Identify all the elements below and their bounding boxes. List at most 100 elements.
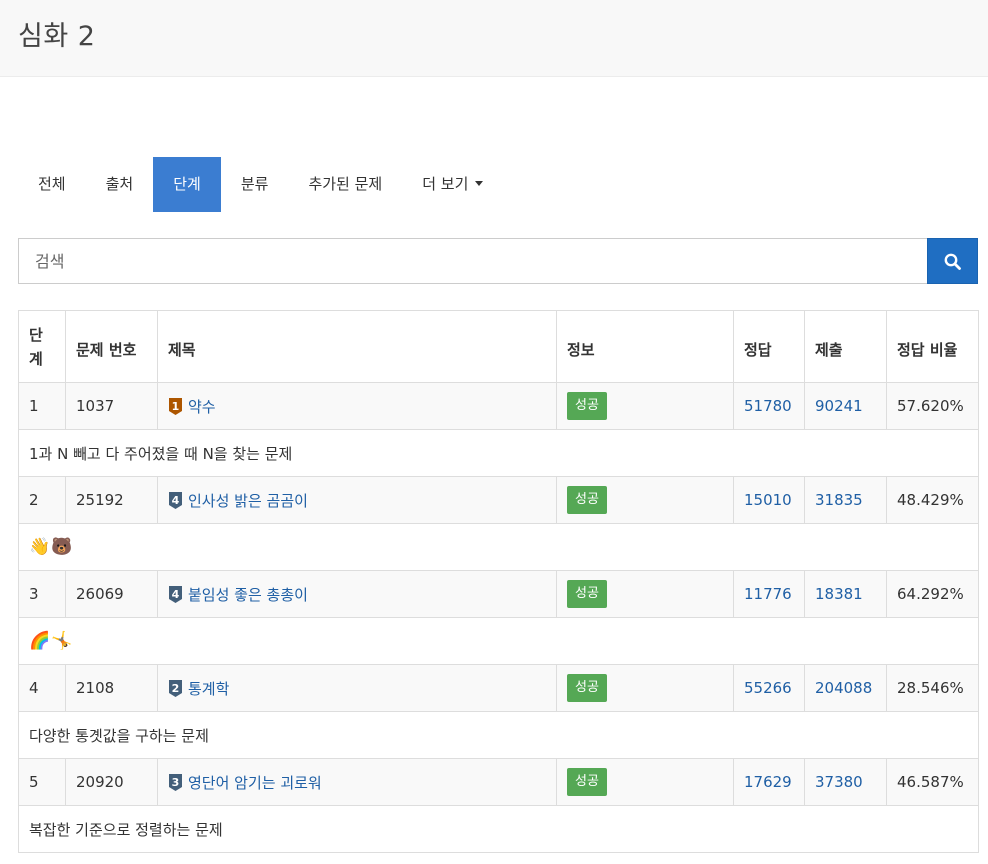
submissions-link[interactable]: 37380 — [815, 773, 863, 791]
cell-accepted: 15010 — [733, 476, 805, 524]
tier-digit: 3 — [172, 776, 180, 789]
silver-3-tier-icon: 3 — [169, 773, 182, 791]
table-row-description: 🌈🤸 — [18, 617, 979, 665]
description-emoji: 🌈🤸 — [29, 631, 74, 651]
tier-digit: 4 — [172, 588, 180, 601]
silver-4-tier-icon: 4 — [169, 491, 182, 509]
cell-info: 성공 — [556, 758, 734, 806]
cell-problem-id: 26069 — [65, 570, 158, 618]
header-level[interactable]: 단계 — [18, 310, 66, 383]
problem-title-link[interactable]: 영단어 암기는 괴로워 — [188, 774, 322, 792]
header-submissions[interactable]: 제출 — [804, 310, 887, 383]
header-accepted[interactable]: 정답 — [733, 310, 805, 383]
cell-info: 성공 — [556, 382, 734, 430]
cell-info: 성공 — [556, 664, 734, 712]
cell-problem-id: 2108 — [65, 664, 158, 712]
tier-digit: 2 — [172, 682, 180, 695]
problem-description: 복잡한 기준으로 정렬하는 문제 — [18, 805, 979, 853]
page-title: 심화 2 — [18, 21, 96, 52]
page-header: 심화 2 — [0, 0, 988, 77]
status-badge: 성공 — [567, 674, 607, 702]
accepted-link[interactable]: 17629 — [744, 773, 792, 791]
cell-submissions: 18381 — [804, 570, 887, 618]
status-badge: 성공 — [567, 392, 607, 420]
header-info[interactable]: 정보 — [556, 310, 734, 383]
table-row-description: 👋🐻 — [18, 523, 979, 571]
tier-digit: 4 — [172, 494, 180, 507]
table-row: 1 1037 1 약수 성공 51780 90241 57.620% — [18, 382, 979, 430]
cell-level: 5 — [18, 758, 66, 806]
cell-info: 성공 — [556, 476, 734, 524]
status-badge: 성공 — [567, 486, 607, 514]
submissions-link[interactable]: 204088 — [815, 679, 872, 697]
caret-down-icon — [475, 181, 484, 186]
cell-accepted: 55266 — [733, 664, 805, 712]
accepted-link[interactable]: 55266 — [744, 679, 792, 697]
cell-title: 4 붙임성 좋은 총총이 — [157, 570, 557, 618]
cell-level: 1 — [18, 382, 66, 430]
cell-title: 3 영단어 암기는 괴로워 — [157, 758, 557, 806]
problem-title-link[interactable]: 통계학 — [188, 680, 229, 698]
search-input[interactable] — [18, 238, 927, 284]
problem-description: 👋🐻 — [18, 523, 979, 571]
cell-level: 3 — [18, 570, 66, 618]
search-button[interactable] — [927, 238, 978, 284]
tab-more-label: 더 보기 — [422, 175, 469, 193]
accepted-link[interactable]: 11776 — [744, 585, 792, 603]
tab-all[interactable]: 전체 — [18, 157, 86, 212]
cell-submissions: 90241 — [804, 382, 887, 430]
tab-category[interactable]: 분류 — [221, 157, 289, 212]
cell-submissions: 37380 — [804, 758, 887, 806]
cell-title: 4 인사성 밝은 곰곰이 — [157, 476, 557, 524]
accepted-link[interactable]: 51780 — [744, 397, 792, 415]
cell-ratio: 28.546% — [886, 664, 979, 712]
tier-digit: 1 — [172, 400, 180, 413]
table-row-description: 복잡한 기준으로 정렬하는 문제 — [18, 805, 979, 853]
cell-title: 1 약수 — [157, 382, 557, 430]
cell-accepted: 11776 — [733, 570, 805, 618]
tab-source[interactable]: 출처 — [86, 157, 154, 212]
search-icon — [944, 253, 961, 270]
cell-info: 성공 — [556, 570, 734, 618]
tab-level[interactable]: 단계 — [153, 157, 221, 212]
header-level-label: 단계 — [29, 325, 43, 368]
cell-accepted: 17629 — [733, 758, 805, 806]
table-row: 5 20920 3 영단어 암기는 괴로워 성공 17629 37380 46.5… — [18, 758, 979, 806]
cell-level: 4 — [18, 664, 66, 712]
cell-problem-id: 1037 — [65, 382, 158, 430]
table-row-description: 1과 N 빼고 다 주어졌을 때 N을 찾는 문제 — [18, 429, 979, 477]
cell-title: 2 통계학 — [157, 664, 557, 712]
cell-level: 2 — [18, 476, 66, 524]
cell-ratio: 64.292% — [886, 570, 979, 618]
tab-more-dropdown[interactable]: 더 보기 — [402, 157, 503, 212]
table-row: 2 25192 4 인사성 밝은 곰곰이 성공 15010 31835 48.42… — [18, 476, 979, 524]
tab-bar: 전체 출처 단계 분류 추가된 문제 더 보기 — [18, 157, 503, 212]
accepted-link[interactable]: 15010 — [744, 491, 792, 509]
cell-ratio: 46.587% — [886, 758, 979, 806]
table-row: 4 2108 2 통계학 성공 55266 204088 28.546% — [18, 664, 979, 712]
cell-problem-id: 20920 — [65, 758, 158, 806]
problem-title-link[interactable]: 붙임성 좋은 총총이 — [188, 586, 308, 604]
description-emoji: 👋🐻 — [29, 537, 74, 557]
problem-title-link[interactable]: 약수 — [188, 398, 216, 416]
problem-title-link[interactable]: 인사성 밝은 곰곰이 — [188, 492, 308, 510]
submissions-link[interactable]: 18381 — [815, 585, 863, 603]
silver-2-tier-icon: 2 — [169, 679, 182, 697]
header-ratio[interactable]: 정답 비율 — [886, 310, 979, 383]
submissions-link[interactable]: 31835 — [815, 491, 863, 509]
problem-description: 1과 N 빼고 다 주어졌을 때 N을 찾는 문제 — [18, 429, 979, 477]
silver-4-tier-icon: 4 — [169, 585, 182, 603]
cell-submissions: 204088 — [804, 664, 887, 712]
table-header-row: 단계 문제 번호 제목 정보 정답 제출 정답 비율 — [18, 310, 979, 383]
table-row: 3 26069 4 붙임성 좋은 총총이 성공 11776 18381 64.29… — [18, 570, 979, 618]
header-problem-id[interactable]: 문제 번호 — [65, 310, 158, 383]
cell-ratio: 48.429% — [886, 476, 979, 524]
cell-ratio: 57.620% — [886, 382, 979, 430]
header-title[interactable]: 제목 — [157, 310, 557, 383]
search-bar — [18, 238, 978, 284]
bronze-1-tier-icon: 1 — [169, 397, 182, 415]
problem-table: 단계 문제 번호 제목 정보 정답 제출 정답 비율 1 1037 1 약수 성공… — [18, 310, 979, 853]
submissions-link[interactable]: 90241 — [815, 397, 863, 415]
tab-added-problems[interactable]: 추가된 문제 — [288, 157, 402, 212]
problem-description: 다양한 통곗값을 구하는 문제 — [18, 711, 979, 759]
